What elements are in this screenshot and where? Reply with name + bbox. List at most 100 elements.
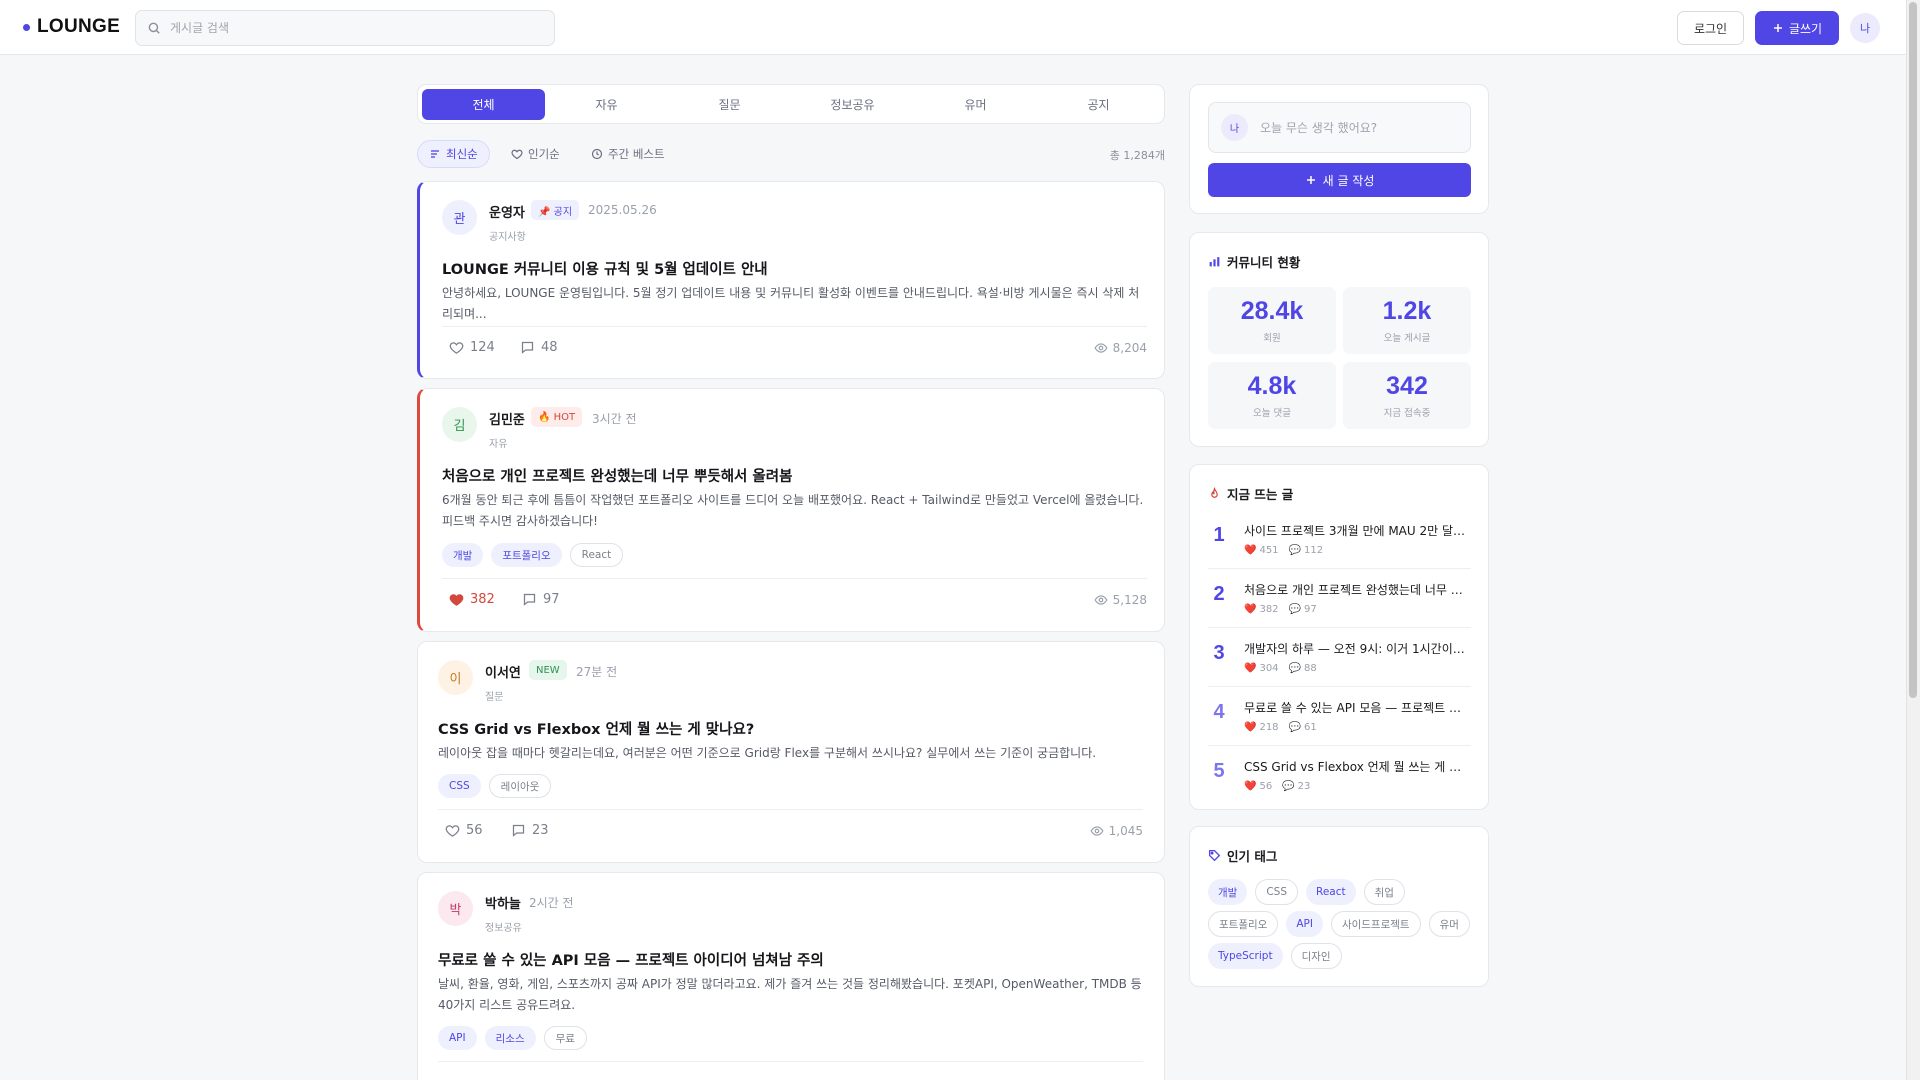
comment-button[interactable]: 23: [511, 823, 549, 838]
trending-comment-count: 61: [1304, 722, 1317, 733]
trending-item-title[interactable]: 무료로 쓸 수 있는 API 모음 — 프로젝트 아...: [1244, 699, 1471, 716]
clock-icon: [591, 148, 603, 160]
tab-notice[interactable]: 공지: [1037, 89, 1160, 120]
popular-tag[interactable]: CSS: [1255, 879, 1298, 905]
popular-tag[interactable]: 디자인: [1290, 943, 1342, 969]
popular-tag[interactable]: 유머: [1428, 911, 1470, 937]
post-author[interactable]: 운영자: [489, 202, 525, 221]
post-card[interactable]: 관 운영자 📌 공지 2025.05.26 공지사항 LOUNGE 커뮤니티 이…: [417, 181, 1165, 379]
new-post-button[interactable]: 새 글 작성: [1208, 163, 1471, 197]
tag[interactable]: 리소스: [484, 1026, 536, 1050]
post-card[interactable]: 이 이서연 NEW 27분 전 질문 CSS Grid vs Flexbox 언…: [417, 641, 1165, 863]
heart-filled-icon: ❤️: [1244, 781, 1257, 792]
post-author-avatar: 이: [438, 660, 473, 695]
like-button[interactable]: 124: [449, 340, 495, 355]
popular-tag[interactable]: 개발: [1208, 879, 1248, 905]
search-icon: [147, 21, 161, 35]
new-badge: NEW: [529, 660, 567, 680]
trending-item-stats: ❤️ 218 💬 61: [1244, 722, 1317, 733]
stat-today-posts: 1.2k 오늘 게시글: [1343, 287, 1471, 354]
logo[interactable]: LOUNGE: [23, 16, 120, 38]
notice-badge: 📌 공지: [531, 200, 580, 220]
post-author[interactable]: 이서연: [485, 662, 521, 681]
like-button[interactable]: 382: [449, 592, 495, 607]
tag[interactable]: 무료: [543, 1026, 587, 1050]
post-time: 3시간 전: [592, 412, 637, 426]
like-button[interactable]: 56: [445, 823, 483, 838]
popular-tag[interactable]: 포트폴리오: [1208, 911, 1279, 937]
post-author[interactable]: 김민준: [489, 409, 525, 428]
post-divider: [442, 578, 1147, 579]
trending-like-count: 382: [1259, 604, 1279, 615]
trending-item[interactable]: 3 개발자의 하루 — 오전 9시: 이거 1시간이면... ❤️ 304 💬 88: [1208, 628, 1471, 687]
post-title[interactable]: 처음으로 개인 프로젝트 완성했는데 너무 뿌듯해서 올려봄: [442, 465, 792, 486]
trending-item[interactable]: 4 무료로 쓸 수 있는 API 모음 — 프로젝트 아... ❤️ 218 💬 6…: [1208, 687, 1471, 746]
stats-title: 커뮤니티 현황: [1208, 252, 1300, 271]
compose-input[interactable]: 나 오늘 무슨 생각 했어요?: [1208, 102, 1471, 153]
tag[interactable]: 레이아웃: [488, 774, 552, 798]
trending-item-title[interactable]: 개발자의 하루 — 오전 9시: 이거 1시간이면...: [1244, 640, 1471, 657]
login-button[interactable]: 로그인: [1677, 11, 1744, 45]
trending-title-text: 지금 뜨는 글: [1227, 487, 1294, 502]
sort-popular-button[interactable]: 인기순: [500, 140, 571, 168]
tab-info[interactable]: 정보공유: [791, 89, 914, 120]
tag[interactable]: API: [438, 1026, 477, 1050]
tab-question[interactable]: 질문: [668, 89, 791, 120]
post-excerpt: 안녕하세요, LOUNGE 운영팀입니다. 5월 정기 업데이트 내용 및 커뮤…: [442, 286, 1140, 321]
view-count-value: 1,045: [1108, 824, 1143, 838]
trending-item[interactable]: 5 CSS Grid vs Flexbox 언제 뭘 쓰는 게 맞... ❤️ 5…: [1208, 746, 1471, 805]
trending-item-title[interactable]: 사이드 프로젝트 3개월 만에 MAU 2만 달성...: [1244, 522, 1471, 539]
tag[interactable]: CSS: [438, 774, 481, 798]
tab-humor[interactable]: 유머: [914, 89, 1037, 120]
popular-tag[interactable]: API: [1286, 911, 1323, 937]
tag[interactable]: React: [569, 543, 624, 567]
bar-chart-icon: [1208, 255, 1221, 268]
trending-item[interactable]: 2 처음으로 개인 프로젝트 완성했는데 너무 뿌... ❤️ 382 💬 97: [1208, 569, 1471, 628]
scrollbar-thumb[interactable]: [1909, 2, 1917, 698]
post-author-avatar: 박: [438, 891, 473, 926]
like-count: 124: [470, 340, 495, 355]
popular-tag[interactable]: 사이드프로젝트: [1330, 911, 1421, 937]
popular-tag[interactable]: React: [1306, 879, 1356, 905]
tab-all[interactable]: 전체: [422, 88, 545, 120]
comment-button[interactable]: 97: [522, 592, 560, 607]
comment-icon: 💬: [1288, 604, 1301, 615]
post-title[interactable]: LOUNGE 커뮤니티 이용 규칙 및 5월 업데이트 안내: [442, 258, 768, 279]
trending-item[interactable]: 1 사이드 프로젝트 3개월 만에 MAU 2만 달성... ❤️ 451 💬 11…: [1208, 510, 1471, 569]
write-button[interactable]: 글쓰기: [1755, 11, 1839, 45]
category-tabs: 전체 자유 질문 정보공유 유머 공지: [417, 84, 1165, 124]
post-title[interactable]: CSS Grid vs Flexbox 언제 뭘 쓰는 게 맞나요?: [438, 718, 754, 739]
tag[interactable]: 포트폴리오: [491, 543, 562, 567]
post-meta: 56 23 1,045: [438, 823, 1143, 843]
post-category: 자유: [489, 439, 508, 450]
stat-value: 28.4k: [1240, 297, 1304, 325]
post-author[interactable]: 박하늘: [485, 893, 521, 912]
stat-value: 4.8k: [1247, 372, 1297, 400]
popular-tag[interactable]: TypeScript: [1208, 943, 1283, 969]
eye-icon: [1090, 824, 1104, 838]
post-card[interactable]: 박 박하늘 2시간 전 정보공유 무료로 쓸 수 있는 API 모음 — 프로젝…: [417, 872, 1165, 1080]
post-title[interactable]: 무료로 쓸 수 있는 API 모음 — 프로젝트 아이디어 넘쳐남 주의: [438, 949, 824, 970]
post-divider: [438, 809, 1143, 810]
trending-item-title[interactable]: 처음으로 개인 프로젝트 완성했는데 너무 뿌...: [1244, 581, 1471, 598]
sort-latest-button[interactable]: 최신순: [417, 140, 490, 168]
community-stats-card: 커뮤니티 현황 28.4k 회원 1.2k 오늘 게시글 4.8k 오늘 댓글 …: [1189, 232, 1489, 447]
stat-online-now: 342 지금 접속중: [1343, 362, 1471, 429]
hot-badge: 🔥 HOT: [531, 407, 583, 427]
trending-rank: 2: [1213, 583, 1225, 605]
trending-item-title[interactable]: CSS Grid vs Flexbox 언제 뭘 쓰는 게 맞...: [1244, 758, 1471, 775]
sort-weekly-best-button[interactable]: 주간 베스트: [580, 140, 676, 168]
popular-tag[interactable]: 취업: [1363, 879, 1405, 905]
search-input[interactable]: [170, 21, 540, 35]
compose-avatar: 나: [1221, 114, 1248, 141]
comment-button[interactable]: 48: [520, 340, 558, 355]
user-avatar[interactable]: 나: [1850, 13, 1880, 43]
search-box[interactable]: [135, 10, 555, 46]
heart-filled-icon: ❤️: [1244, 663, 1257, 674]
post-card[interactable]: 김 김민준 🔥 HOT 3시간 전 자유 처음으로 개인 프로젝트 완성했는데 …: [417, 388, 1165, 632]
comment-icon: 💬: [1282, 781, 1295, 792]
like-count: 382: [470, 592, 495, 607]
comment-count: 23: [532, 823, 549, 838]
tag[interactable]: 개발: [442, 543, 484, 567]
tab-free[interactable]: 자유: [545, 89, 668, 120]
